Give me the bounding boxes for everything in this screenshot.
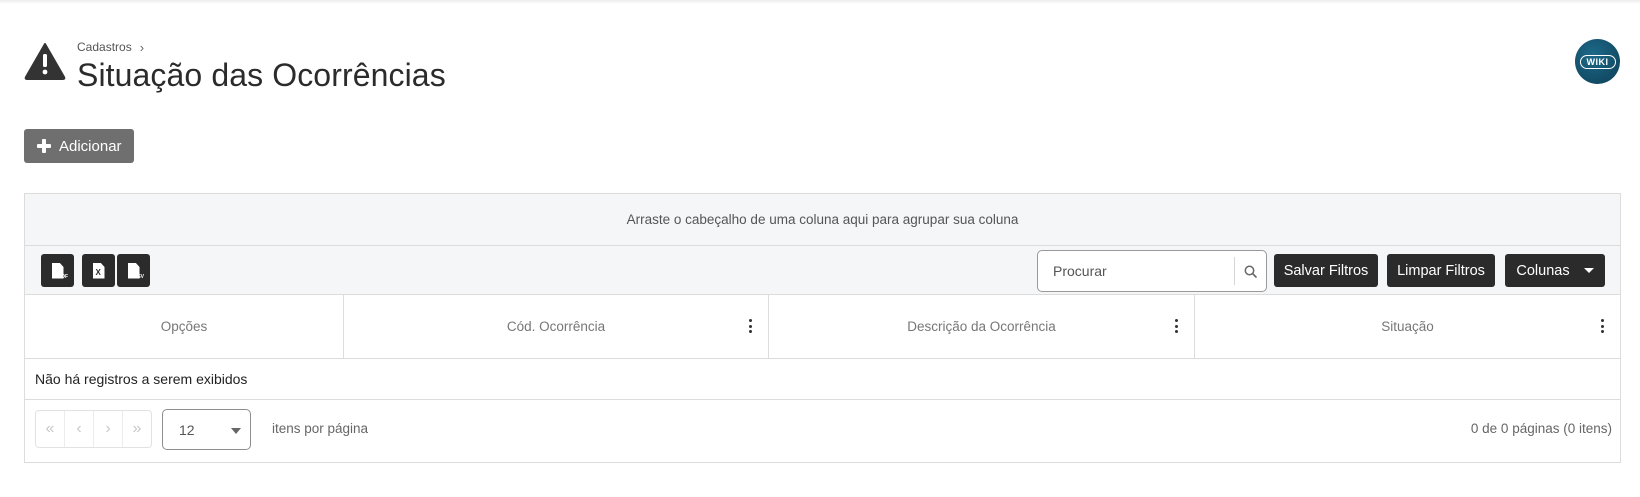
save-filters-button[interactable]: Salvar Filtros <box>1274 254 1378 287</box>
next-page-button[interactable]: › <box>94 411 123 447</box>
add-button-label: Adicionar <box>59 137 122 155</box>
excel-tag: X <box>95 267 101 277</box>
chevron-down-icon <box>231 428 241 434</box>
pager: « ‹ › » 12 itens por página 0 de 0 págin… <box>25 400 1620 460</box>
wiki-button[interactable]: WIKI <box>1575 39 1620 84</box>
last-page-button[interactable]: » <box>123 411 151 447</box>
plus-icon <box>36 138 52 154</box>
chevron-right-icon: › <box>139 39 145 55</box>
wiki-label: WIKI <box>1579 54 1616 69</box>
pager-nav: « ‹ › » <box>35 410 152 448</box>
search-icon[interactable] <box>1235 265 1266 278</box>
top-shadow <box>0 0 1640 4</box>
chevron-down-icon <box>1583 268 1594 273</box>
per-page-label: itens por página <box>272 421 369 436</box>
column-header-label: Situação <box>1381 319 1434 334</box>
column-header-situacao[interactable]: Situação <box>1195 295 1620 358</box>
export-excel-button[interactable]: X <box>82 254 115 287</box>
column-menu-icon[interactable] <box>1600 319 1604 333</box>
group-panel-text: Arraste o cabeçalho de uma coluna aqui p… <box>626 212 1019 227</box>
page-header: Cadastros › Situação das Ocorrências <box>24 40 446 94</box>
column-header-label: Descrição da Ocorrência <box>907 319 1056 334</box>
breadcrumb: Cadastros › <box>77 39 446 55</box>
title-block: Cadastros › Situação das Ocorrências <box>77 40 446 94</box>
columns-label: Colunas <box>1516 262 1570 279</box>
export-csv-button[interactable]: CSV <box>117 254 150 287</box>
column-header-cod-ocorrencia[interactable]: Cód. Ocorrência <box>344 295 769 358</box>
column-header-descricao[interactable]: Descrição da Ocorrência <box>769 295 1195 358</box>
column-header-opcoes[interactable]: Opções <box>25 295 344 358</box>
grid-header-row: Opções Cód. Ocorrência Descrição da Ocor… <box>25 295 1620 359</box>
grid-toolbar: PDF X CSV Salvar Filtros Limpar F <box>25 246 1620 295</box>
group-panel[interactable]: Arraste o cabeçalho de uma coluna aqui p… <box>25 194 1620 246</box>
column-menu-icon[interactable] <box>748 319 752 333</box>
clear-filters-label: Limpar Filtros <box>1397 262 1485 279</box>
columns-dropdown-button[interactable]: Colunas <box>1505 254 1605 287</box>
breadcrumb-item-cadastros[interactable]: Cadastros <box>77 40 132 54</box>
page-info: 0 de 0 páginas (0 itens) <box>1470 421 1612 436</box>
column-header-label: Opções <box>160 319 208 334</box>
clear-filters-button[interactable]: Limpar Filtros <box>1387 254 1495 287</box>
empty-message-row: Não há registros a serem exibidos <box>25 359 1620 400</box>
warning-icon <box>24 43 66 80</box>
page-size-value: 12 <box>179 421 195 438</box>
pdf-tag: PDF <box>58 274 68 280</box>
data-grid: Arraste o cabeçalho de uma coluna aqui p… <box>24 193 1621 463</box>
first-page-button[interactable]: « <box>36 411 65 447</box>
save-filters-label: Salvar Filtros <box>1283 262 1369 279</box>
excel-file-icon: X <box>92 262 105 279</box>
page-title: Situação das Ocorrências <box>77 57 446 93</box>
search-box <box>1037 250 1267 292</box>
empty-message: Não há registros a serem exibidos <box>35 371 248 387</box>
column-menu-icon[interactable] <box>1174 319 1178 333</box>
column-header-label: Cód. Ocorrência <box>506 319 606 334</box>
previous-page-button[interactable]: ‹ <box>65 411 94 447</box>
search-input[interactable] <box>1038 252 1234 290</box>
add-button[interactable]: Adicionar <box>24 129 134 163</box>
csv-tag: CSV <box>133 274 144 280</box>
export-pdf-button[interactable]: PDF <box>41 254 74 287</box>
page-size-select[interactable]: 12 <box>162 409 251 450</box>
